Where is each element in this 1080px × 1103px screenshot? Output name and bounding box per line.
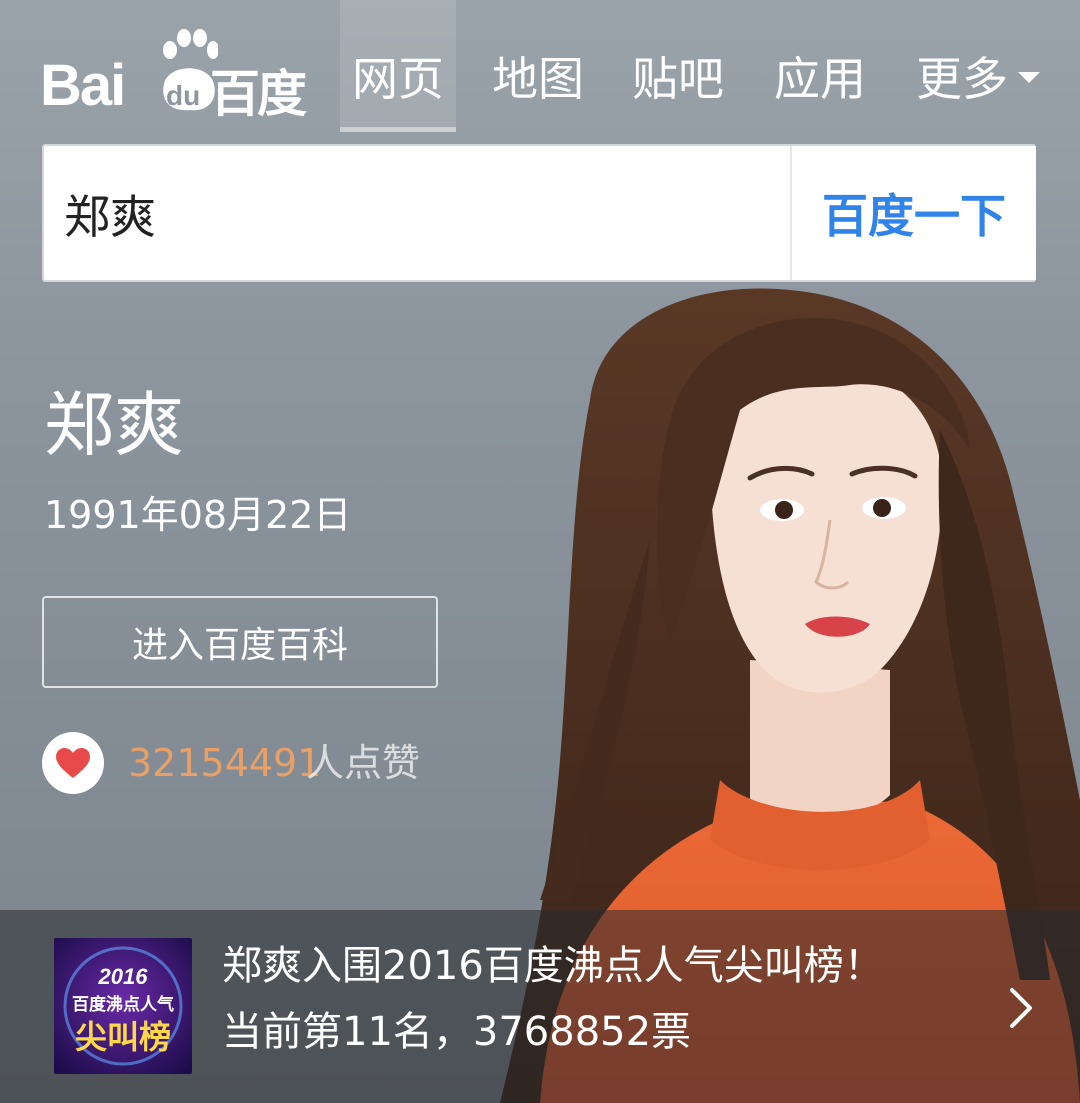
tab-webpage[interactable]: 网页 [340, 0, 456, 132]
chevron-down-icon [1018, 72, 1040, 83]
baidu-star-page: Bai du 百度 网页 地图 贴吧 应用 更多 郑爽 百度一下 郑爽 1991… [0, 0, 1080, 1103]
logo-bai-text: Bai [40, 53, 126, 118]
like-button[interactable] [42, 732, 104, 794]
birth-date: 1991年08月22日 [44, 493, 352, 537]
heart-icon [56, 748, 90, 778]
logo-du-text: du [166, 80, 201, 111]
ranking-banner[interactable]: 2016 百度沸点人气 尖叫榜 郑爽入围2016百度沸点人气尖叫榜！ 当前第11… [0, 910, 1080, 1103]
baike-button[interactable]: 进入百度百科 [42, 596, 438, 688]
badge-year: 2016 [98, 964, 149, 989]
tab-apps[interactable]: 应用 [762, 0, 878, 132]
banner-headline: 郑爽入围2016百度沸点人气尖叫榜！ [222, 943, 884, 989]
search-button[interactable]: 百度一下 [792, 146, 1036, 280]
chevron-right-icon [1010, 988, 1032, 1028]
badge-title: 百度沸点人气 [72, 994, 174, 1015]
baidu-logo[interactable]: Bai du 百度 [40, 18, 310, 123]
scream-list-badge-icon: 2016 百度沸点人气 尖叫榜 [54, 938, 192, 1074]
search-bar: 百度一下 [42, 144, 1036, 282]
like-count: 32154491 [128, 741, 322, 785]
badge-subtitle: 尖叫榜 [75, 1018, 171, 1056]
search-input[interactable] [64, 182, 764, 246]
tab-more[interactable]: 更多 [904, 0, 1048, 132]
celebrity-name: 郑爽 [44, 384, 184, 466]
tab-tieba[interactable]: 贴吧 [620, 0, 736, 132]
like-count-suffix: 人点赞 [306, 741, 421, 785]
tab-map[interactable]: 地图 [480, 0, 596, 132]
logo-chinese-text: 百度 [210, 65, 307, 123]
banner-rank-votes: 当前第11名，3768852票 [222, 1009, 692, 1055]
top-nav: Bai du 百度 网页 地图 贴吧 应用 更多 [0, 0, 1080, 140]
